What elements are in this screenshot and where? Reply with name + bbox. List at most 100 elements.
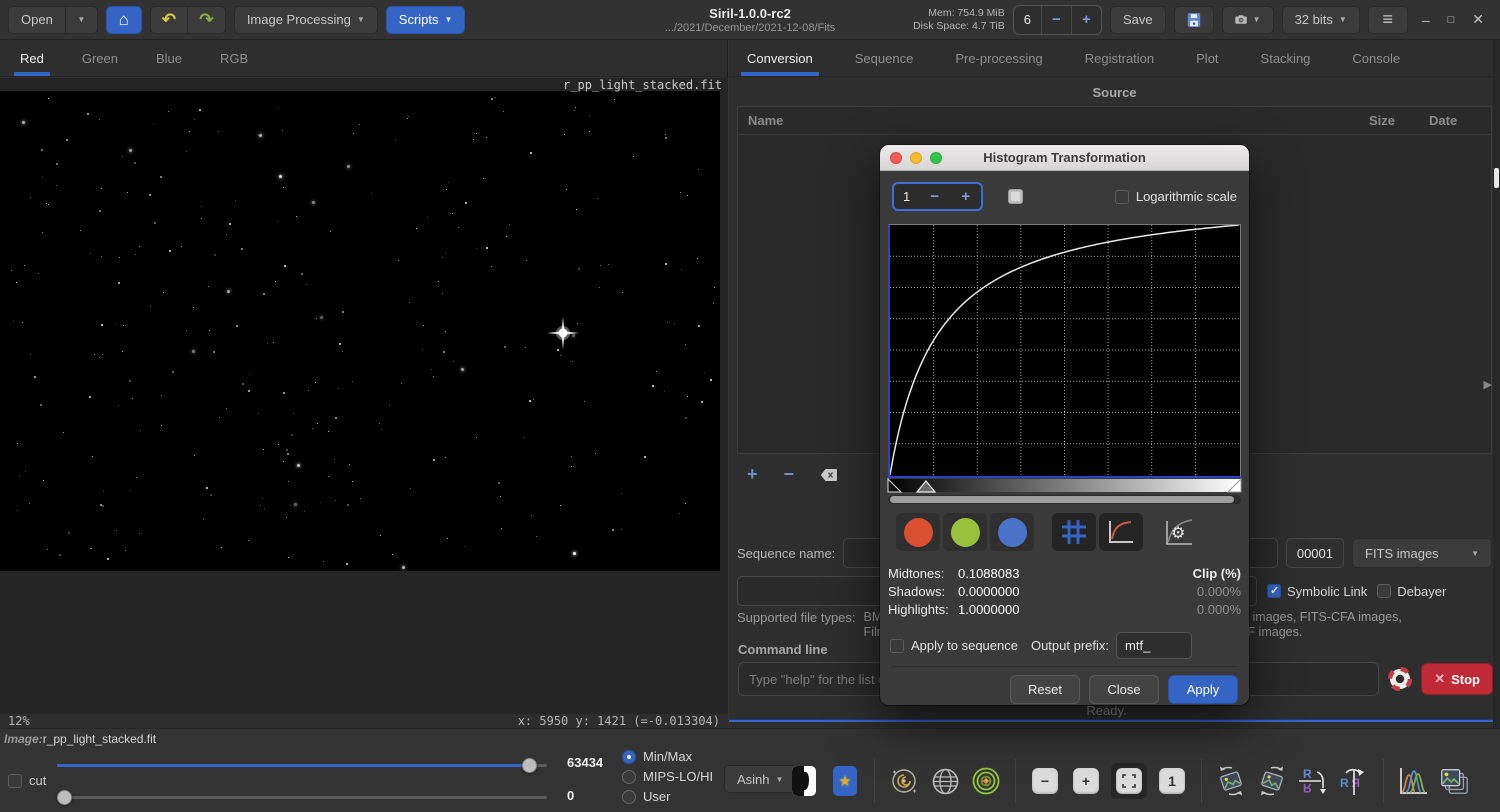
- tab-blue[interactable]: Blue: [150, 42, 188, 75]
- wcs-grid-button[interactable]: [929, 765, 961, 797]
- scripts-menu-button[interactable]: Scripts▼: [386, 6, 466, 34]
- plot-scrollbar[interactable]: [888, 495, 1241, 504]
- symbolic-link-option[interactable]: Symbolic Link: [1267, 584, 1367, 599]
- lo-level-slider[interactable]: [57, 790, 547, 804]
- right-scroll-strip[interactable]: [1493, 40, 1500, 728]
- green-channel-toggle[interactable]: [943, 513, 987, 551]
- debayer-checkbox[interactable]: [1377, 584, 1391, 598]
- help-lifebuoy-button[interactable]: [1388, 667, 1412, 691]
- panel-expander-arrow[interactable]: ▶: [1484, 378, 1492, 391]
- hi-level-slider[interactable]: [57, 758, 547, 772]
- rotate-right-button[interactable]: [1256, 765, 1288, 797]
- midtones-marker[interactable]: [917, 481, 935, 492]
- negative-view-button[interactable]: [788, 765, 820, 797]
- debayer-option[interactable]: Debayer: [1377, 584, 1446, 599]
- auto-stretch-button[interactable]: ⚙: [1163, 516, 1195, 548]
- minus-icon[interactable]: −: [919, 184, 950, 209]
- tab-conversion[interactable]: Conversion: [741, 42, 819, 75]
- highlights-marker[interactable]: [1228, 479, 1241, 492]
- reset-button[interactable]: Reset: [1010, 675, 1080, 704]
- dialog-spinner[interactable]: 1 − +: [892, 182, 983, 211]
- undo-button[interactable]: ↶: [150, 6, 188, 34]
- tab-stacking[interactable]: Stacking: [1255, 42, 1317, 75]
- output-prefix-input[interactable]: [1116, 632, 1192, 659]
- remove-files-button[interactable]: −: [784, 464, 795, 485]
- cut-option[interactable]: cut: [8, 773, 46, 788]
- traffic-minimize-button[interactable]: [910, 152, 922, 164]
- open-dropdown-button[interactable]: ▼: [66, 6, 98, 34]
- shadows-marker[interactable]: [888, 479, 901, 492]
- add-files-button[interactable]: +: [747, 464, 758, 485]
- plus-icon[interactable]: +: [1071, 6, 1101, 34]
- bit-depth-dropdown[interactable]: 32 bits▼: [1282, 6, 1360, 34]
- plus-icon[interactable]: +: [950, 184, 981, 209]
- radio-min-max[interactable]: Min/Max: [622, 749, 713, 764]
- tab-plot[interactable]: Plot: [1190, 42, 1224, 75]
- save-button[interactable]: Save: [1110, 6, 1166, 34]
- astrometry-button[interactable]: ★: [829, 765, 861, 797]
- minimize-button[interactable]: –: [1422, 12, 1430, 28]
- photometry-button[interactable]: [888, 765, 920, 797]
- start-index-box[interactable]: 00001: [1286, 538, 1344, 568]
- histogram-tool-button[interactable]: [1397, 765, 1429, 797]
- grid-toggle[interactable]: [1052, 513, 1096, 551]
- thread-count-spinner[interactable]: 6 − +: [1013, 5, 1102, 35]
- column-name[interactable]: Name: [748, 113, 1369, 128]
- flip-vertical-button[interactable]: R R: [1297, 765, 1329, 797]
- lo-slider-handle[interactable]: [57, 790, 72, 805]
- histogram-plot[interactable]: [888, 224, 1241, 478]
- tab-console[interactable]: Console: [1346, 42, 1406, 75]
- redo-button[interactable]: ↷: [188, 6, 226, 34]
- scrollbar-thumb[interactable]: [1494, 168, 1499, 188]
- tab-pre-processing[interactable]: Pre-processing: [949, 42, 1048, 75]
- column-date[interactable]: Date: [1429, 113, 1481, 128]
- minus-icon[interactable]: −: [1041, 6, 1071, 34]
- close-dialog-button[interactable]: Close: [1089, 675, 1159, 704]
- sequence-frames-button[interactable]: [1438, 765, 1470, 797]
- zoom-fit-button[interactable]: [1111, 763, 1147, 799]
- clear-list-button[interactable]: [820, 468, 838, 482]
- radio-mips-lo-hi[interactable]: MIPS-LO/HI: [622, 769, 713, 784]
- star-field[interactable]: [0, 91, 720, 571]
- dialog-titlebar[interactable]: Histogram Transformation: [880, 145, 1249, 171]
- tab-green[interactable]: Green: [76, 42, 124, 75]
- tab-rgb[interactable]: RGB: [214, 42, 254, 75]
- flip-horizontal-button[interactable]: R R: [1338, 765, 1370, 797]
- open-button[interactable]: Open: [8, 6, 66, 34]
- symbolic-link-checkbox[interactable]: [1267, 584, 1281, 598]
- tab-sequence[interactable]: Sequence: [849, 42, 920, 75]
- traffic-zoom-button[interactable]: [930, 152, 942, 164]
- column-size[interactable]: Size: [1369, 113, 1429, 128]
- hi-slider-handle[interactable]: [522, 758, 537, 773]
- plot-scrollbar-thumb[interactable]: [890, 496, 1234, 503]
- close-button[interactable]: ✕: [1472, 11, 1484, 28]
- cut-checkbox[interactable]: [8, 774, 22, 788]
- maximize-button[interactable]: □: [1448, 14, 1455, 26]
- rotate-left-button[interactable]: [1215, 765, 1247, 797]
- radio-user[interactable]: User: [622, 789, 713, 804]
- home-button[interactable]: ⌂: [106, 6, 142, 34]
- levels-gradient-strip[interactable]: [888, 479, 1241, 492]
- curve-toggle[interactable]: [1099, 513, 1143, 551]
- zoom-one-button[interactable]: 1: [1156, 765, 1188, 797]
- blue-channel-toggle[interactable]: [990, 513, 1034, 551]
- apply-button[interactable]: Apply: [1168, 675, 1238, 704]
- histogram-display-toggle[interactable]: [1008, 189, 1023, 204]
- log-scale-option[interactable]: Logarithmic scale: [1115, 189, 1237, 204]
- apply-to-sequence-checkbox[interactable]: [890, 639, 904, 653]
- snapshot-button[interactable]: ▼: [1222, 6, 1274, 34]
- zoom-in-button[interactable]: +: [1070, 765, 1102, 797]
- image-processing-menu-button[interactable]: Image Processing▼: [234, 6, 378, 34]
- log-scale-checkbox[interactable]: [1115, 190, 1129, 204]
- background-samples-button[interactable]: [970, 765, 1002, 797]
- tab-registration[interactable]: Registration: [1079, 42, 1160, 75]
- zoom-out-button[interactable]: −: [1029, 765, 1061, 797]
- stretch-mode-dropdown[interactable]: Asinh▼: [724, 765, 796, 793]
- tab-red[interactable]: Red: [14, 42, 50, 75]
- output-format-dropdown[interactable]: FITS images▼: [1352, 538, 1492, 568]
- red-channel-toggle[interactable]: [896, 513, 940, 551]
- traffic-close-button[interactable]: [890, 152, 902, 164]
- hamburger-menu-button[interactable]: ≡: [1368, 6, 1408, 34]
- stop-button[interactable]: ✕ Stop: [1421, 663, 1493, 695]
- save-as-button[interactable]: [1174, 6, 1214, 34]
